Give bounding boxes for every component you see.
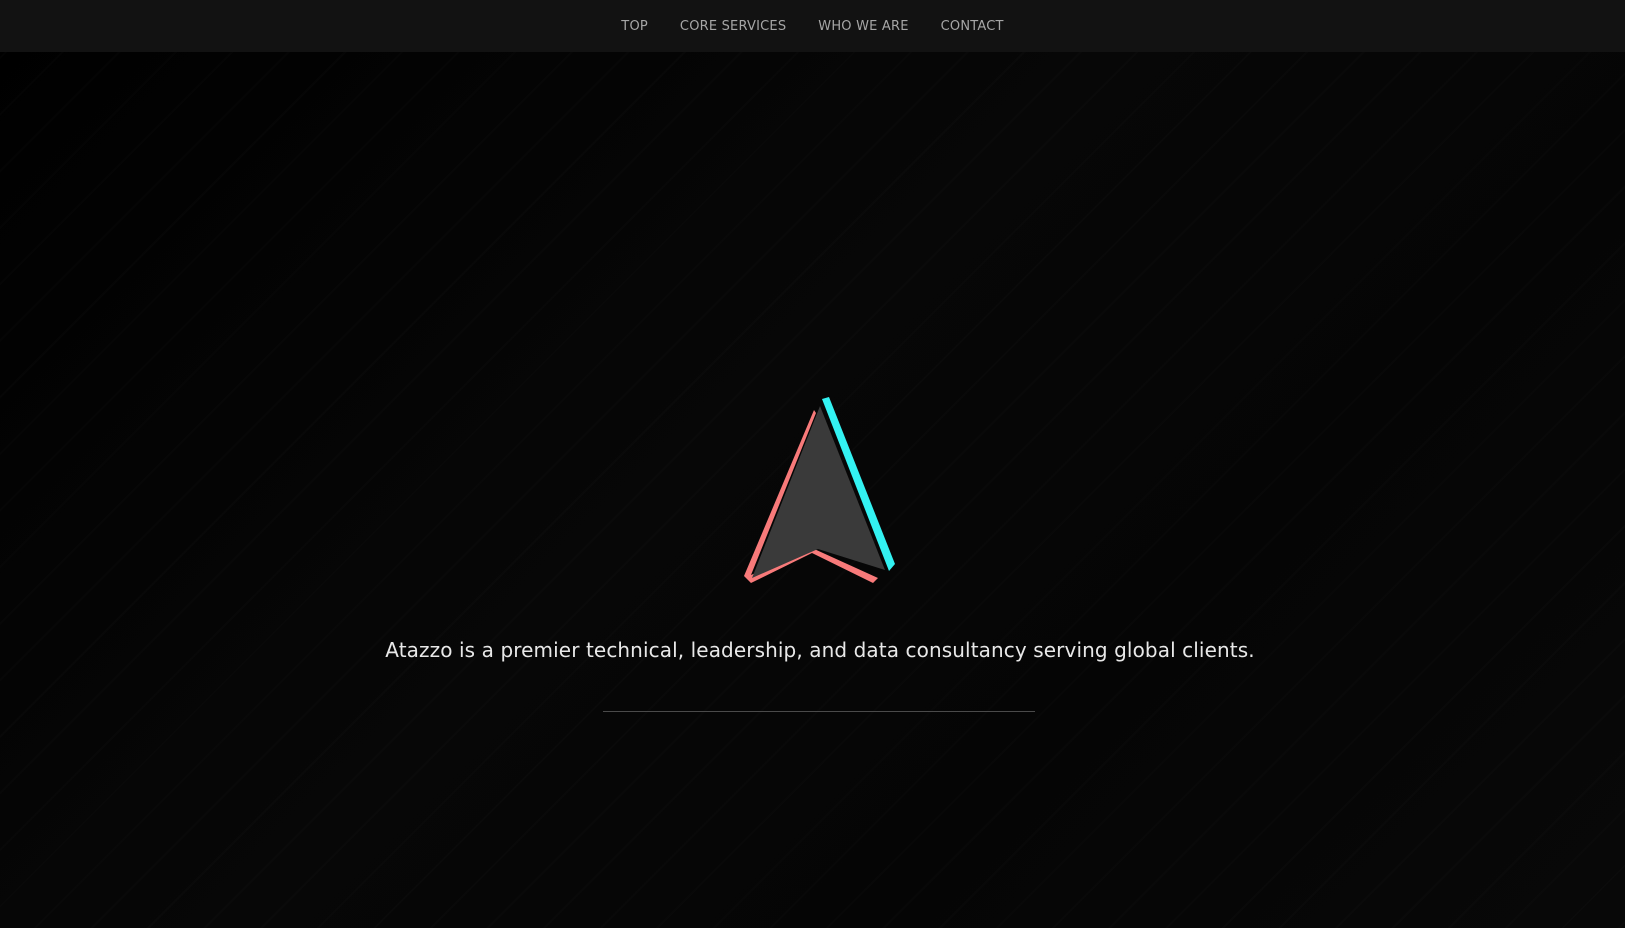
hero-section: Atazzo is a premier technical, leadershi… [0,52,1625,928]
nav-link-top[interactable]: TOP [621,15,648,38]
hero-tagline: Atazzo is a premier technical, leadershi… [385,638,1255,662]
nav-link-contact[interactable]: CONTACT [941,15,1004,38]
page: TOP CORE SERVICES WHO WE ARE CONTACT Ata… [0,0,1625,928]
top-navigation: TOP CORE SERVICES WHO WE ARE CONTACT [0,0,1625,52]
arrow-logo-icon [744,397,895,583]
nav-link-who-we-are[interactable]: WHO WE ARE [818,15,908,38]
hero-divider [603,711,1035,712]
nav-link-core-services[interactable]: CORE SERVICES [680,15,786,38]
